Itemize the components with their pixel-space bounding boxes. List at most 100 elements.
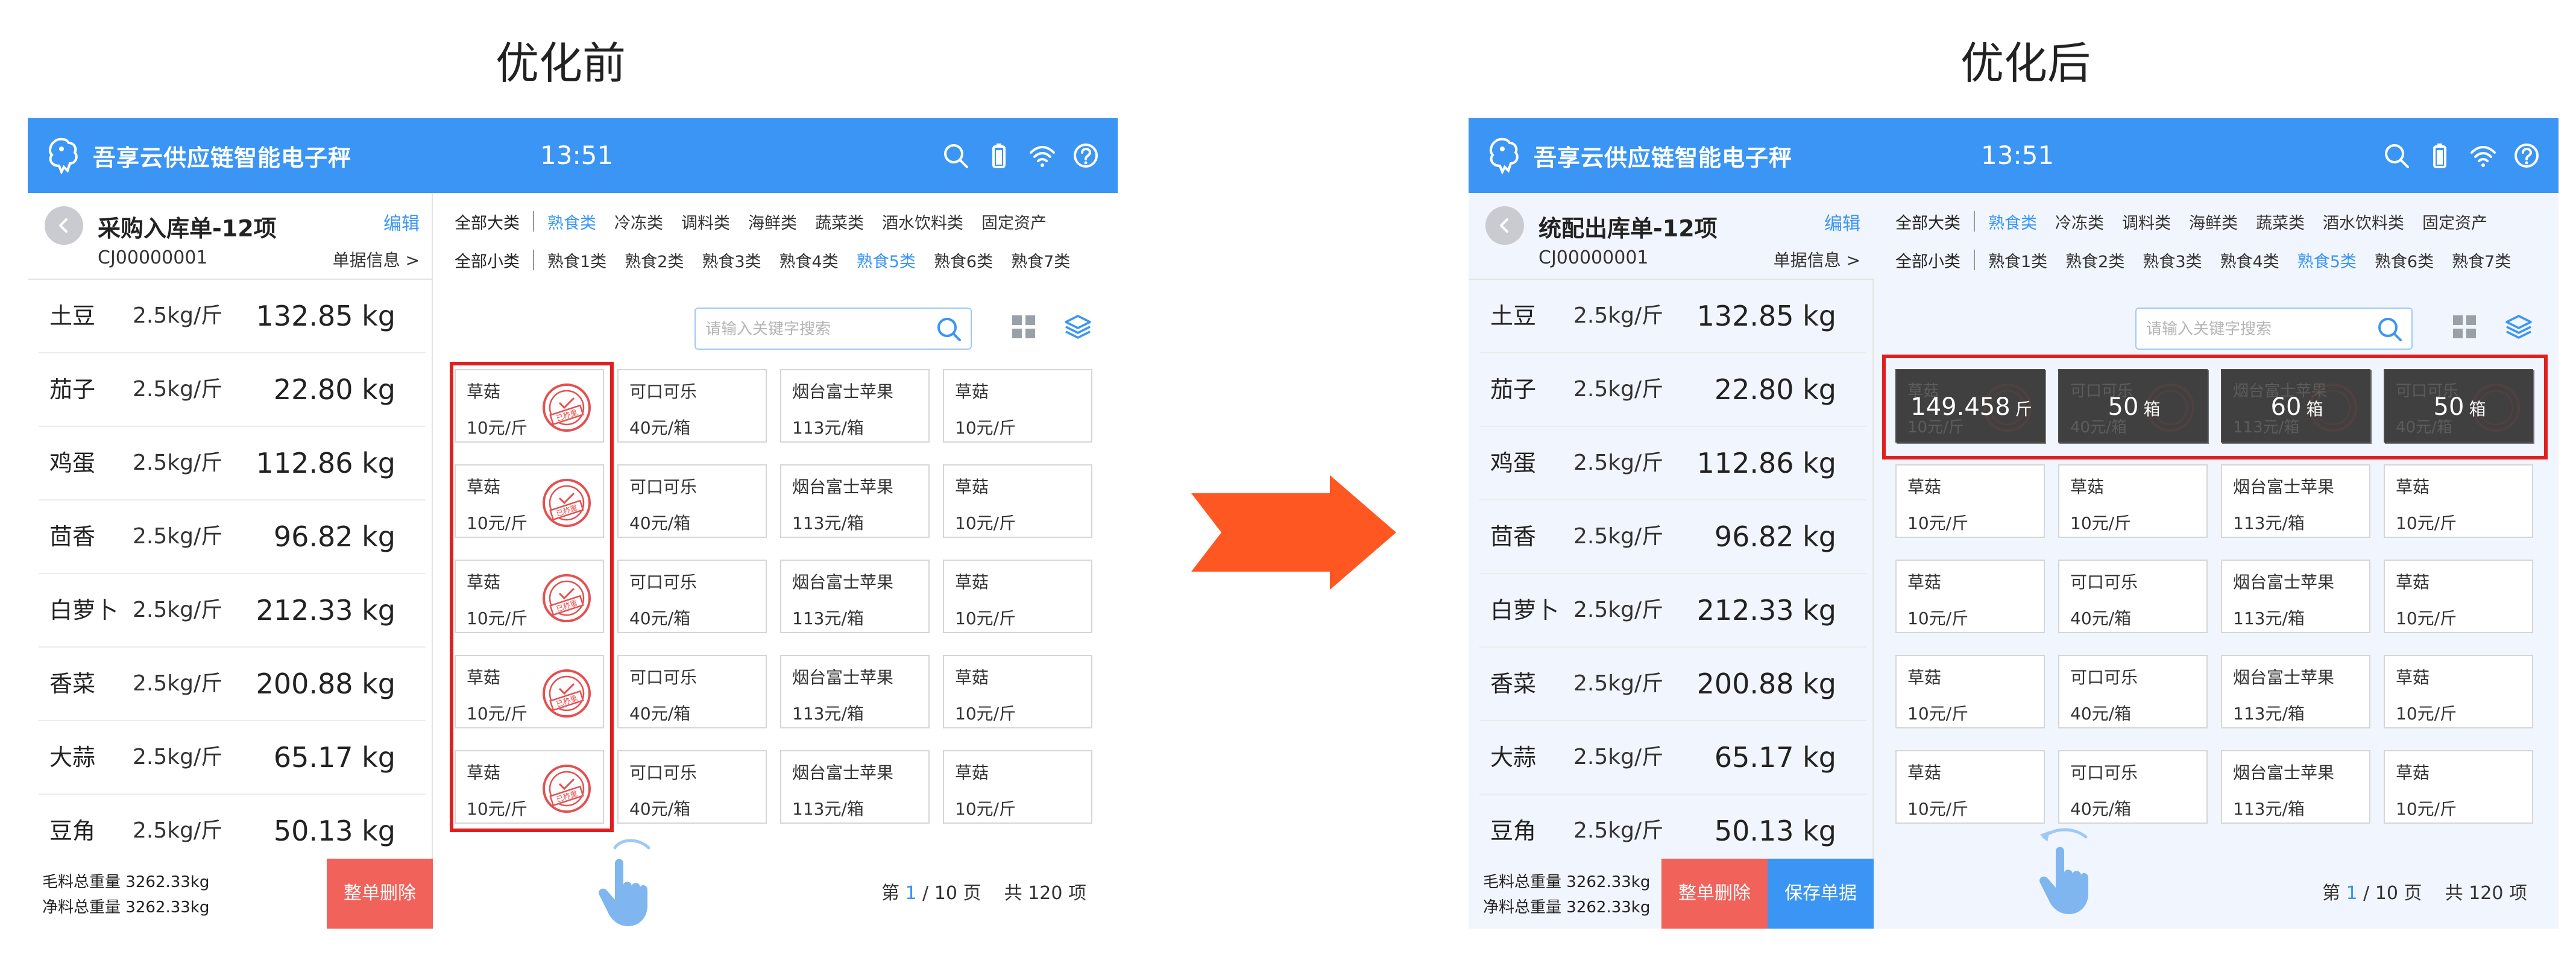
filter-major-3[interactable]: 海鲜类 [748, 210, 797, 233]
product-card[interactable]: 草菇 10元/斤 [2384, 655, 2533, 728]
filter-all-major[interactable]: 全部大类 [1895, 210, 1960, 233]
filter-major-3[interactable]: 海鲜类 [2189, 210, 2238, 233]
layers-icon[interactable] [2504, 312, 2533, 341]
product-card[interactable]: 可口可乐 40元/箱 [617, 655, 767, 728]
product-card[interactable]: 草菇 10元/斤 [943, 560, 1092, 633]
delete-order-button[interactable]: 整单删除 [327, 859, 433, 929]
filter-all-minor[interactable]: 全部小类 [1895, 248, 1960, 272]
product-card[interactable]: 草菇 10元/斤 [1895, 750, 2045, 824]
edit-link[interactable]: 编辑 [1824, 209, 1860, 235]
grid-view-icon[interactable] [2451, 314, 2478, 340]
product-card[interactable]: 烟台富士苹果 113元/箱 [2221, 750, 2370, 824]
product-card[interactable]: 草菇 10元/斤 [1895, 655, 2045, 728]
list-item[interactable]: 大蒜 2.5kg/斤 65.17 kg [39, 721, 426, 795]
product-card[interactable]: 草菇 10元/斤 [2384, 750, 2533, 824]
filter-minor-5[interactable]: 熟食6类 [934, 248, 993, 272]
search-icon[interactable] [2382, 142, 2410, 169]
product-card[interactable]: 可口可乐 40元/箱 [2058, 655, 2208, 728]
product-card[interactable]: 可口可乐 40元/箱 [2058, 560, 2208, 633]
filter-major-0[interactable]: 熟食类 [547, 210, 596, 233]
product-card[interactable]: 烟台富士苹果 113元/箱 [780, 464, 930, 538]
filter-all-minor[interactable]: 全部小类 [455, 248, 520, 272]
list-item[interactable]: 茄子 2.5kg/斤 22.80 kg [39, 353, 426, 427]
product-card[interactable]: 草菇 10元/斤 [943, 369, 1092, 443]
list-item[interactable]: 土豆 2.5kg/斤 132.85 kg [1479, 280, 1866, 353]
filter-minor-6[interactable]: 熟食7类 [2452, 248, 2511, 272]
list-item[interactable]: 茴香 2.5kg/斤 96.82 kg [1479, 500, 1866, 574]
filter-major-1[interactable]: 冷冻类 [2055, 210, 2104, 233]
list-item[interactable]: 豆角 2.5kg/斤 50.13 kg [1479, 795, 1866, 868]
layers-icon[interactable] [1063, 312, 1092, 341]
list-item[interactable]: 鸡蛋 2.5kg/斤 112.86 kg [39, 427, 426, 500]
filter-minor-0[interactable]: 熟食1类 [1988, 248, 2047, 272]
filter-minor-4[interactable]: 熟食5类 [2297, 248, 2357, 272]
filter-major-5[interactable]: 酒水饮料类 [2323, 210, 2404, 233]
pager-current-page[interactable]: 1 [2346, 883, 2358, 904]
list-item[interactable]: 茴香 2.5kg/斤 96.82 kg [39, 500, 426, 574]
product-card[interactable]: 烟台富士苹果 113元/箱 [780, 369, 930, 443]
product-card[interactable]: 烟台富士苹果 113元/箱 [780, 750, 930, 824]
filter-major-2[interactable]: 调料类 [681, 210, 730, 233]
search-icon[interactable] [934, 315, 963, 344]
filter-all-major[interactable]: 全部大类 [455, 210, 520, 233]
product-card[interactable]: 可口可乐 40元/箱 [617, 560, 767, 633]
filter-minor-6[interactable]: 熟食7类 [1011, 248, 1070, 272]
list-item[interactable]: 白萝卜 2.5kg/斤 212.33 kg [1479, 574, 1866, 648]
filter-minor-3[interactable]: 熟食4类 [2220, 248, 2279, 272]
search-input[interactable] [2146, 315, 2363, 344]
product-card[interactable]: 可口可乐 40元/箱 [617, 464, 767, 538]
list-item[interactable]: 茄子 2.5kg/斤 22.80 kg [1479, 353, 1866, 427]
filter-major-5[interactable]: 酒水饮料类 [882, 210, 963, 233]
product-card[interactable]: 烟台富士苹果 113元/箱 [780, 655, 930, 728]
filter-minor-3[interactable]: 熟食4类 [779, 248, 839, 272]
filter-major-6[interactable]: 固定资产 [2422, 210, 2487, 233]
product-card[interactable]: 可口可乐 40元/箱 [2058, 750, 2208, 824]
filter-minor-2[interactable]: 熟食3类 [702, 248, 761, 272]
order-info-link[interactable]: 单据信息 > [1774, 247, 1860, 271]
filter-minor-0[interactable]: 熟食1类 [547, 248, 606, 272]
filter-major-6[interactable]: 固定资产 [981, 210, 1047, 233]
product-card[interactable]: 草菇 10元/斤 [943, 750, 1092, 824]
save-order-button[interactable]: 保存单据 [1768, 859, 1874, 929]
filter-minor-5[interactable]: 熟食6类 [2375, 248, 2434, 272]
delete-order-button[interactable]: 整单删除 [1661, 859, 1768, 929]
list-item[interactable]: 白萝卜 2.5kg/斤 212.33 kg [39, 574, 426, 648]
list-item[interactable]: 香菜 2.5kg/斤 200.88 kg [1479, 648, 1866, 721]
grid-view-icon[interactable] [1010, 314, 1037, 340]
product-card[interactable]: 草菇 10元/斤 [2058, 464, 2208, 538]
product-card[interactable]: 可口可乐 40元/箱 [617, 369, 767, 443]
filter-minor-1[interactable]: 熟食2类 [2065, 248, 2124, 272]
product-card[interactable]: 烟台富士苹果 113元/箱 [2221, 464, 2370, 538]
product-card[interactable]: 烟台富士苹果 113元/箱 [780, 560, 930, 633]
product-card[interactable]: 草菇 10元/斤 [1895, 464, 2045, 538]
order-info-link[interactable]: 单据信息 > [333, 247, 420, 271]
filter-minor-1[interactable]: 熟食2类 [625, 248, 684, 272]
product-card[interactable]: 可口可乐 40元/箱 [617, 750, 767, 824]
product-card[interactable]: 草菇 10元/斤 [1895, 560, 2045, 633]
edit-link[interactable]: 编辑 [383, 209, 420, 235]
filter-minor-4[interactable]: 熟食5类 [857, 248, 916, 272]
filter-major-4[interactable]: 蔬菜类 [2256, 210, 2305, 233]
list-item[interactable]: 大蒜 2.5kg/斤 65.17 kg [1479, 721, 1866, 795]
list-item[interactable]: 鸡蛋 2.5kg/斤 112.86 kg [1479, 427, 1866, 500]
back-button[interactable] [1485, 206, 1524, 245]
filter-major-0[interactable]: 熟食类 [1988, 210, 2037, 233]
search-input[interactable] [705, 315, 922, 344]
search-icon[interactable] [942, 142, 969, 169]
pager-current-page[interactable]: 1 [905, 883, 917, 904]
list-item[interactable]: 土豆 2.5kg/斤 132.85 kg [39, 280, 426, 353]
product-card[interactable]: 烟台富士苹果 113元/箱 [2221, 655, 2370, 728]
help-icon[interactable] [1072, 142, 1100, 169]
list-item[interactable]: 香菜 2.5kg/斤 200.88 kg [39, 648, 426, 721]
search-icon[interactable] [2375, 315, 2404, 344]
filter-major-4[interactable]: 蔬菜类 [815, 210, 864, 233]
product-card[interactable]: 草菇 10元/斤 [943, 655, 1092, 728]
back-button[interactable] [45, 206, 83, 245]
list-item[interactable]: 豆角 2.5kg/斤 50.13 kg [39, 795, 426, 868]
filter-major-1[interactable]: 冷冻类 [614, 210, 663, 233]
product-card[interactable]: 烟台富士苹果 113元/箱 [2221, 560, 2370, 633]
product-card[interactable]: 草菇 10元/斤 [2384, 464, 2533, 538]
filter-minor-2[interactable]: 熟食3类 [2143, 248, 2202, 272]
product-card[interactable]: 草菇 10元/斤 [2384, 560, 2533, 633]
help-icon[interactable] [2513, 142, 2540, 169]
